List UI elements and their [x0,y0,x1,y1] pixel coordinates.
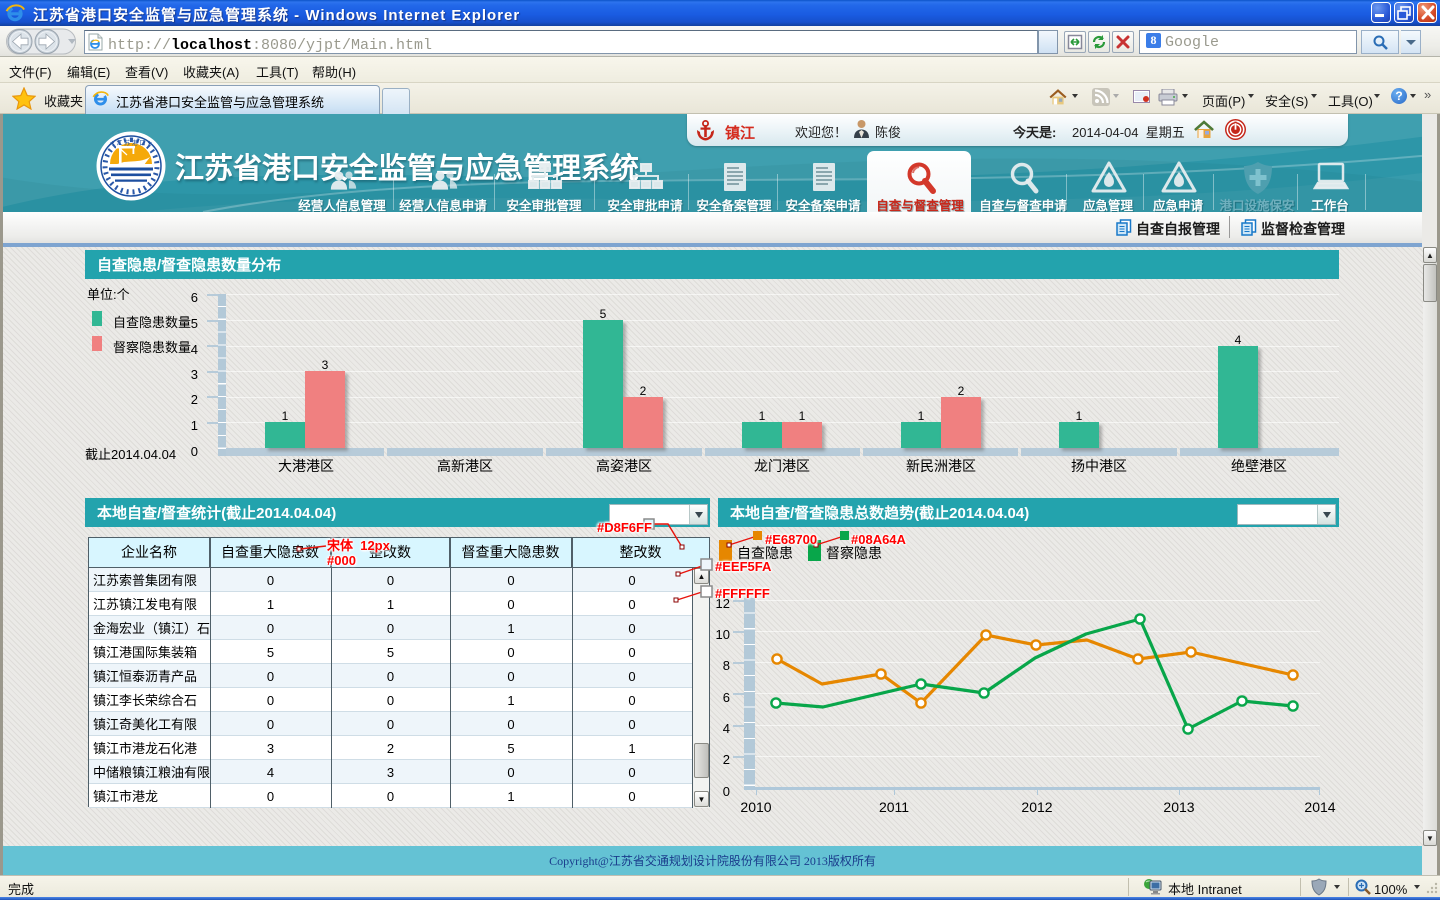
svg-text:★ 江 苏 港 口 ★: ★ 江 苏 港 口 ★ [109,138,152,147]
